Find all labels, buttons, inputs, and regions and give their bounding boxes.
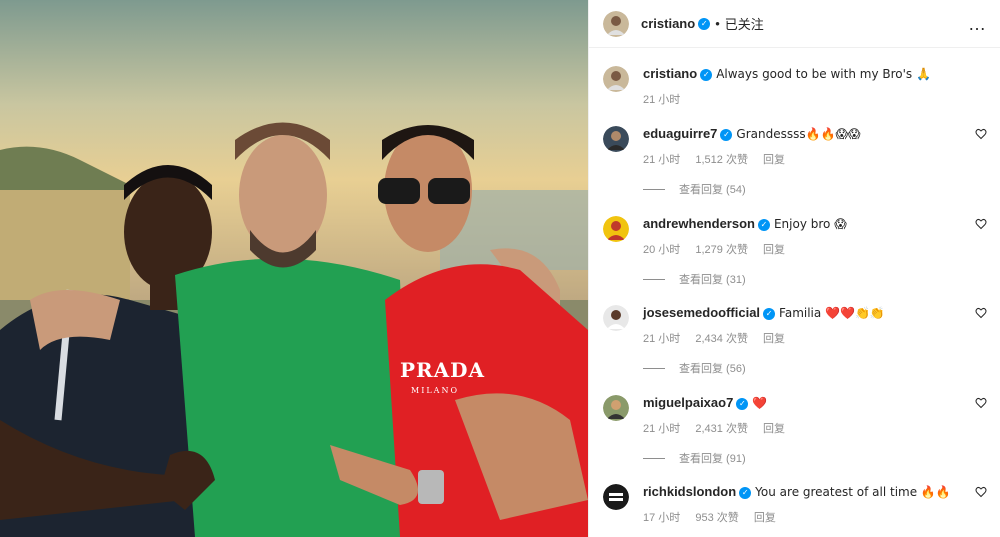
reply-button[interactable]: 回复 [754,512,776,524]
divider-line [643,457,665,459]
view-replies-label: 查看回复 (56) [679,363,746,375]
comment-username[interactable]: andrewhenderson [643,216,755,231]
heart-outline-icon[interactable] [975,486,987,498]
comment: andrewhenderson ✓ Enjoy bro 😱 20 小时 1,279 … [603,216,993,287]
verified-badge-icon: ✓ [720,128,733,141]
caption-username[interactable]: cristiano [643,66,697,81]
author-username[interactable]: cristiano [641,16,695,31]
comment-time[interactable]: 17 小时 [643,512,680,524]
view-replies-label: 查看回复 (91) [679,453,746,465]
reply-button[interactable]: 回复 [763,333,785,345]
view-replies-button[interactable]: 查看回复 (31) [643,271,993,287]
reply-button[interactable]: 回复 [763,244,785,256]
comment-time[interactable]: 21 小时 [643,154,680,166]
caption-time[interactable]: 21 小时 [643,94,680,106]
verified-badge-icon: ✓ [763,307,776,320]
comment-time[interactable]: 21 小时 [643,423,680,435]
caption-body: cristiano ✓ Always good to be with my Bro'… [643,66,993,82]
heart-outline-icon[interactable] [975,128,987,140]
comment-time[interactable]: 21 小时 [643,333,680,345]
view-replies-label: 查看回复 (31) [679,274,746,286]
commenter-avatar[interactable] [603,305,629,331]
post-photo: PRADA MILANO [0,0,588,537]
verified-badge-icon: ✓ [698,17,711,30]
commenter-avatar[interactable] [603,484,629,510]
comment-meta: 20 小时 1,279 次赞 回复 [643,241,993,257]
reply-button[interactable]: 回复 [763,423,785,435]
comment-time[interactable]: 20 小时 [643,244,680,256]
comment-body: josesemedoofficial ✓ Familia ❤️❤️👏👏 [643,305,993,321]
comment-text: You are greatest of all time 🔥🔥 [755,485,951,499]
view-replies-button[interactable]: 查看回复 (56) [643,360,993,376]
comment-likes[interactable]: 2,431 次赞 [695,423,748,435]
comment-username[interactable]: richkidslondon [643,484,736,499]
divider-line [643,278,665,280]
comment-likes[interactable]: 953 次赞 [695,512,738,524]
comment-likes[interactable]: 1,279 次赞 [695,244,748,256]
comment-username[interactable]: miguelpaixao7 [643,395,733,410]
heart-outline-icon[interactable] [975,397,987,409]
verified-badge-icon: ✓ [700,68,713,81]
photo-illustration [0,0,588,537]
comment-body: richkidslondon ✓ You are greatest of all t… [643,484,993,500]
comments-panel: cristiano ✓ • 已关注 … cristiano ✓ Always goo… [588,0,1000,537]
verified-badge-icon: ✓ [736,397,749,410]
comment-meta: 17 小时 953 次赞 回复 [643,509,993,525]
shirt-brand-text: PRADA [400,358,486,382]
shirt-print: PRADA MILANO [400,358,486,395]
comment-body: eduaguirre7 ✓ Grandessss🔥🔥😱😱 [643,126,993,142]
caption-text: Always good to be with my Bro's 🙏 [716,67,931,81]
following-button[interactable]: 已关注 [725,14,764,33]
divider-line [643,188,665,190]
separator-dot: • [715,16,720,31]
commenter-avatar[interactable] [603,395,629,421]
more-options-icon[interactable]: … [968,14,987,35]
view-replies-button[interactable]: 查看回复 (54) [643,181,993,197]
comment-text: Enjoy bro 😱 [773,217,847,231]
commenter-avatar[interactable] [603,216,629,242]
caption: cristiano ✓ Always good to be with my Bro'… [603,66,993,107]
comment: richkidslondon ✓ You are greatest of all t… [603,484,993,525]
comment: eduaguirre7 ✓ Grandessss🔥🔥😱😱 21 小时 1,512 次… [603,126,993,197]
comment: miguelpaixao7 ✓ ❤️ 21 小时 2,431 次赞 回复 查看回复 … [603,395,993,466]
divider-line [643,367,665,369]
comment-meta: 21 小时 2,431 次赞 回复 [643,420,993,436]
comment: josesemedoofficial ✓ Familia ❤️❤️👏👏 21 小时 … [603,305,993,376]
comment-text: ❤️ [752,396,768,410]
comment-username[interactable]: eduaguirre7 [643,126,717,141]
caption-meta: 21 小时 [643,91,993,107]
comment-text: Familia ❤️❤️👏👏 [779,306,885,320]
view-replies-button[interactable]: 查看回复 (91) [643,450,993,466]
verified-badge-icon: ✓ [739,486,752,499]
heart-outline-icon[interactable] [975,218,987,230]
post-header: cristiano ✓ • 已关注 … [589,0,1000,48]
comment-text: Grandessss🔥🔥😱😱 [736,127,861,141]
verified-badge-icon: ✓ [757,218,770,231]
view-replies-label: 查看回复 (54) [679,184,746,196]
comment-likes[interactable]: 1,512 次赞 [695,154,748,166]
reply-button[interactable]: 回复 [763,154,785,166]
author-avatar[interactable] [603,10,629,37]
heart-outline-icon[interactable] [975,307,987,319]
comment-username[interactable]: josesemedoofficial [643,305,760,320]
comment-likes[interactable]: 2,434 次赞 [695,333,748,345]
comment-meta: 21 小时 2,434 次赞 回复 [643,330,993,346]
comment-body: andrewhenderson ✓ Enjoy bro 😱 [643,216,993,232]
commenter-avatar[interactable] [603,126,629,152]
shirt-city-text: MILANO [411,386,459,395]
comment-body: miguelpaixao7 ✓ ❤️ [643,395,993,411]
caption-avatar[interactable] [603,66,629,92]
comment-meta: 21 小时 1,512 次赞 回复 [643,151,993,167]
